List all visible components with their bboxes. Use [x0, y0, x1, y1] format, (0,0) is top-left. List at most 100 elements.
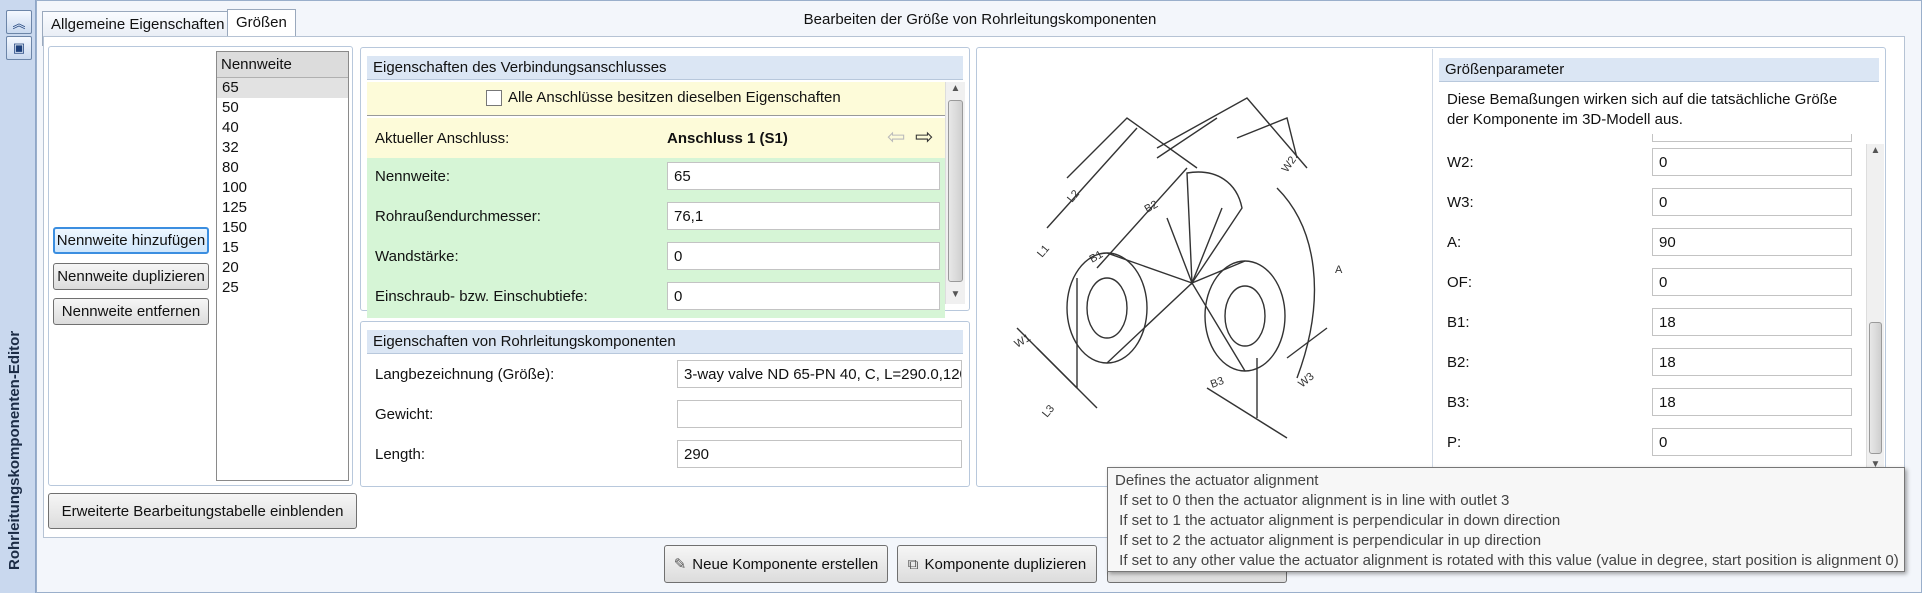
dim-label-a: A — [1335, 264, 1343, 276]
component-properties-group: Eigenschaften von Rohrleitungskomponente… — [360, 321, 970, 487]
size-param-row: W2: 0 — [1447, 144, 1861, 184]
diagram-group: L2 L1 B2 B1 W2 W1 W3 A B3 L3 Größenparam… — [976, 47, 1886, 487]
size-param-input[interactable]: 18 — [1652, 348, 1852, 376]
duplicate-size-button[interactable]: Nennweite duplizieren — [53, 263, 209, 290]
connection-field-row: Einschraub- bzw. Einschubtiefe: 0 — [367, 278, 945, 318]
size-param-input[interactable]: 0 — [1652, 188, 1852, 216]
actuator-tooltip: Defines the actuator alignment If set to… — [1107, 467, 1905, 572]
dim-label-w2: W2 — [1280, 154, 1299, 174]
size-params-scrollbar[interactable]: ▲ ▼ — [1866, 144, 1884, 474]
duplicate-component-button[interactable]: ⧉ Komponente duplizieren — [897, 545, 1097, 583]
add-size-button[interactable]: Nennweite hinzufügen — [53, 227, 209, 254]
size-param-label: A: — [1447, 234, 1462, 251]
new-component-label: Neue Komponente erstellen — [692, 555, 879, 573]
content-panel: Nennweite hinzufügen Nennweite duplizier… — [43, 36, 1905, 583]
size-param-row: B2: 18 — [1447, 344, 1861, 384]
tooltip-line: Defines the actuator alignment — [1115, 472, 1319, 489]
side-title-bar: ︽ ▣ Rohrleitungskomponenten-Editor — [0, 0, 36, 593]
size-param-input[interactable]: 90 — [1652, 228, 1852, 256]
size-param-input[interactable]: 18 — [1652, 308, 1852, 336]
dim-label-b1: B1 — [1088, 248, 1106, 265]
size-param-input[interactable]: 0 — [1652, 148, 1852, 176]
connection-properties-header: Eigenschaften des Verbindungsanschlusses — [367, 56, 963, 80]
size-list-item[interactable]: 20 — [217, 258, 348, 278]
scroll-down-icon[interactable]: ▼ — [946, 289, 965, 303]
same-properties-notice: Alle Anschlüsse besitzen dieselben Eigen… — [367, 82, 945, 116]
size-list-header: Nennweite — [217, 52, 348, 78]
size-param-row: OF: 0 — [1447, 264, 1861, 304]
size-listbox[interactable]: Nennweite 65 50 40 32 80 100 125 150 15 20 25 — [216, 51, 349, 481]
connection-field-input[interactable]: 65 — [667, 162, 940, 190]
size-param-label: W3: — [1447, 194, 1474, 211]
size-list-item[interactable]: 65 — [217, 78, 348, 98]
tooltip-line: If set to 2 the actuator alignment is pe… — [1115, 532, 1542, 549]
component-field-label: Length: — [375, 446, 426, 463]
pin-icon[interactable]: ▣ — [6, 36, 32, 60]
scroll-thumb[interactable] — [948, 100, 963, 282]
component-field-label: Gewicht: — [375, 406, 434, 423]
current-connection-label: Aktueller Anschluss: — [375, 130, 510, 147]
size-param-input[interactable]: 0 — [1652, 428, 1852, 456]
dim-label-w1: W1 — [1013, 332, 1033, 351]
duplicate-component-icon: ⧉ — [907, 555, 919, 573]
duplicate-component-label: Komponente duplizieren — [924, 555, 1087, 573]
size-list-item[interactable]: 25 — [217, 278, 348, 298]
tooltip-line: If set to 1 the actuator alignment is pe… — [1115, 512, 1561, 529]
size-param-row: B1: 18 — [1447, 304, 1861, 344]
size-list-item[interactable]: 15 — [217, 238, 348, 258]
size-param-input-hidden[interactable] — [1652, 134, 1852, 142]
connection-field-row: Wandstärke: 0 — [367, 238, 945, 278]
size-param-row: P: 0 — [1447, 424, 1861, 464]
size-params-description: Diese Bemaßungen wirken sich auf die tat… — [1447, 91, 1838, 128]
size-list-item[interactable]: 80 — [217, 158, 348, 178]
connection-field-row: Nennweite: 65 — [367, 158, 945, 198]
component-diagram: L2 L1 B2 B1 W2 W1 W3 A B3 L3 — [1013, 97, 1343, 439]
same-properties-label: Alle Anschlüsse besitzen dieselben Eigen… — [508, 89, 841, 106]
size-param-label: W2: — [1447, 154, 1474, 171]
size-param-row: A: 90 — [1447, 224, 1861, 264]
component-field-input[interactable] — [677, 400, 962, 428]
new-component-button[interactable]: ✎ Neue Komponente erstellen — [664, 545, 888, 583]
arrow-left-icon[interactable]: ⇦ — [887, 124, 905, 150]
new-component-icon: ✎ — [673, 556, 687, 573]
component-field-input[interactable]: 290 — [677, 440, 962, 468]
size-list-item[interactable]: 125 — [217, 198, 348, 218]
connection-field-input[interactable]: 0 — [667, 282, 940, 310]
params-scroll-thumb[interactable] — [1869, 322, 1882, 454]
component-field-row: Gewicht: — [367, 396, 963, 436]
size-list-item[interactable]: 32 — [217, 138, 348, 158]
size-param-row: B3: 18 — [1447, 384, 1861, 424]
dim-label-l2: L2 — [1065, 188, 1082, 205]
size-list-item[interactable]: 150 — [217, 218, 348, 238]
size-list-item[interactable]: 40 — [217, 118, 348, 138]
connection-field-row: Rohraußendurchmesser: 76,1 — [367, 198, 945, 238]
arrow-right-icon[interactable]: ⇨ — [915, 124, 933, 150]
side-title: Rohrleitungskomponenten-Editor — [6, 330, 23, 570]
connection-field-label: Einschraub- bzw. Einschubtiefe: — [375, 288, 588, 305]
collapse-icon[interactable]: ︽ — [6, 10, 32, 34]
size-param-label: P: — [1447, 434, 1462, 451]
size-param-label: B1: — [1447, 314, 1470, 331]
size-param-label: B3: — [1447, 394, 1470, 411]
same-properties-checkbox[interactable] — [486, 89, 502, 106]
params-scroll-up-icon[interactable]: ▲ — [1867, 145, 1884, 159]
tooltip-line: If set to any other value the actuator a… — [1115, 552, 1899, 569]
size-param-input[interactable]: 18 — [1652, 388, 1852, 416]
connection-scrollbar[interactable]: ▲ ▼ — [945, 82, 965, 304]
size-param-label: B2: — [1447, 354, 1470, 371]
window-title: Bearbeiten der Größe von Rohrleitungskom… — [803, 11, 1157, 28]
size-params-list: W2: 0 W3: 0 A: 90 OF: 0 B1: 18 B2: 18 B3: 18 P: 0 — [1439, 134, 1865, 484]
divider — [1432, 49, 1433, 485]
scroll-up-icon[interactable]: ▲ — [946, 83, 965, 97]
connection-field-label: Wandstärke: — [375, 248, 459, 265]
size-list-item[interactable]: 50 — [217, 98, 348, 118]
component-field-row: Langbezeichnung (Größe): 3-way valve ND 6… — [367, 356, 963, 396]
connection-field-input[interactable]: 0 — [667, 242, 940, 270]
size-param-input[interactable]: 0 — [1652, 268, 1852, 296]
component-field-row: Length: 290 — [367, 436, 963, 476]
connection-field-input[interactable]: 76,1 — [667, 202, 940, 230]
component-field-input[interactable]: 3-way valve ND 65-PN 40, C, L=290.0,120. — [677, 360, 962, 388]
show-extended-table-button[interactable]: Erweiterte Bearbeitungstabelle einblende… — [48, 493, 357, 529]
size-list-item[interactable]: 100 — [217, 178, 348, 198]
remove-size-button[interactable]: Nennweite entfernen — [53, 298, 209, 325]
